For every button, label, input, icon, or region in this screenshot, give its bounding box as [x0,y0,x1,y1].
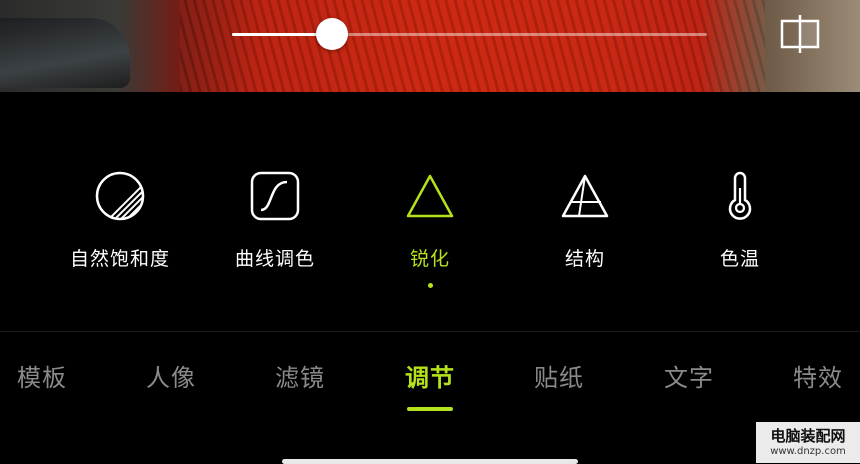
tab-label: 模板 [17,364,67,392]
active-indicator-dot [427,283,433,288]
tab-label: 特效 [793,364,843,392]
vibrance-icon [95,171,145,221]
tool-label: 锐化 [409,248,450,270]
watermark: 电脑装配网 www.dnzp.com [756,422,860,463]
home-indicator [282,459,578,464]
tool-label: 曲线调色 [234,248,315,270]
sharpen-icon [406,174,454,218]
watermark-url: www.dnzp.com [770,446,846,457]
adjust-tool-row: 自然饱和度 曲线调色 锐化 结构 色温 [0,168,860,298]
tab-adjust[interactable]: 调节 [385,358,475,411]
tab-text[interactable]: 文字 [644,358,734,393]
divider [0,331,860,332]
tab-label: 滤镜 [275,364,325,392]
tab-filters[interactable]: 滤镜 [255,358,345,393]
watermark-title: 电脑装配网 [770,427,846,445]
tool-sharpen[interactable]: 锐化 [360,168,500,288]
photo-preview [0,0,860,92]
tool-label: 自然饱和度 [69,248,170,270]
tool-label: 结构 [564,248,605,270]
structure-icon [561,174,609,218]
tab-label: 调节 [405,364,455,392]
tab-label: 贴纸 [534,364,584,392]
thermometer-icon [728,171,752,220]
category-tabs: 模板 人像 滤镜 调节 贴纸 文字 特效 [0,358,860,418]
tool-temperature[interactable]: 色温 [670,168,810,271]
tool-label: 色温 [719,248,760,270]
photo-texture [180,0,765,92]
tab-templates[interactable]: 模板 [0,358,87,393]
active-tab-underline [407,407,453,411]
slider-thumb[interactable] [315,18,348,50]
tab-stickers[interactable]: 贴纸 [514,358,604,393]
tab-effects[interactable]: 特效 [773,358,860,393]
intensity-slider[interactable] [232,18,707,50]
tab-portrait[interactable]: 人像 [126,358,216,393]
tab-label: 人像 [146,364,196,392]
tool-vibrance[interactable]: 自然饱和度 [50,168,190,271]
compare-icon[interactable] [778,14,822,54]
tab-label: 文字 [664,364,714,392]
photo-railing [0,18,130,88]
tool-structure[interactable]: 结构 [515,168,655,271]
curves-icon [250,171,300,221]
tool-curves[interactable]: 曲线调色 [205,168,345,271]
